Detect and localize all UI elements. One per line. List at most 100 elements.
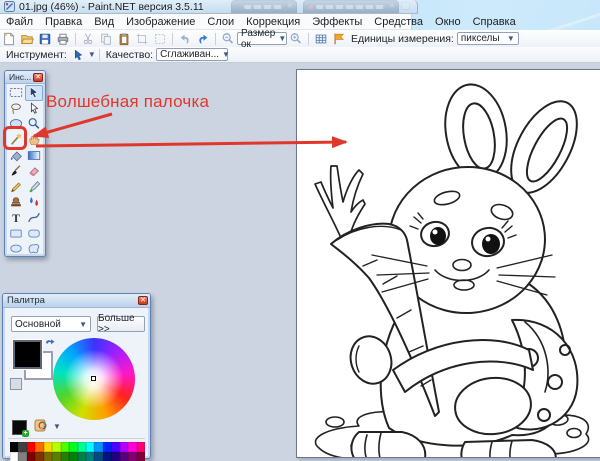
tool-rounded-rectangle[interactable] (25, 225, 43, 241)
color-mode-dropdown[interactable]: Основной▼ (11, 316, 91, 332)
zoom-out-icon[interactable] (220, 31, 236, 46)
more-button[interactable]: Больше >> (97, 316, 145, 332)
palette-swatch[interactable] (35, 442, 43, 452)
palette-swatch[interactable] (27, 452, 35, 461)
window-title: 01.jpg (46%) - Paint.NET версия 3.5.11 (19, 1, 204, 13)
units-dropdown[interactable]: пикселы▼ (457, 32, 519, 45)
palette-swatch[interactable] (128, 452, 136, 461)
menu-file[interactable]: Файл (0, 16, 39, 28)
menu-edit[interactable]: Правка (39, 16, 88, 28)
tool-color-picker[interactable] (25, 179, 43, 195)
deselect-icon[interactable] (152, 31, 168, 46)
palette-swatch[interactable] (103, 452, 111, 461)
palette-swatch[interactable] (69, 442, 77, 452)
palette-swatch[interactable] (61, 442, 69, 452)
menu-window[interactable]: Окно (429, 16, 467, 28)
palette-swatch[interactable] (137, 452, 145, 461)
palette-swatch[interactable] (35, 452, 43, 461)
palette-window-titlebar[interactable]: Палитра ✕ (3, 294, 150, 308)
grid-icon[interactable] (313, 31, 329, 46)
palette-swatch[interactable] (128, 442, 136, 452)
new-file-icon[interactable] (1, 31, 17, 46)
palette-swatch[interactable] (18, 452, 26, 461)
palette-swatch[interactable] (111, 452, 119, 461)
zoom-size-dropdown[interactable]: Размер ок▼ (237, 32, 287, 45)
menu-utilities[interactable]: Средства (368, 16, 429, 28)
close-icon[interactable]: ✕ (33, 73, 43, 82)
palette-swatch[interactable] (10, 442, 18, 452)
save-icon[interactable] (37, 31, 53, 46)
palette-swatch[interactable] (94, 452, 102, 461)
tool-move-selection[interactable] (25, 101, 43, 117)
chevron-down-icon[interactable]: ▼ (88, 50, 96, 59)
palette-swatch[interactable] (52, 452, 60, 461)
tool-recolor[interactable] (25, 194, 43, 210)
palette-swatch[interactable] (18, 442, 26, 452)
crop-to-selection-icon[interactable] (134, 31, 150, 46)
zoom-in-icon[interactable] (288, 31, 304, 46)
palette-swatch[interactable] (52, 442, 60, 452)
menu-view[interactable]: Вид (88, 16, 120, 28)
menu-adjustments[interactable]: Коррекция (240, 16, 306, 28)
menu-help[interactable]: Справка (467, 16, 522, 28)
tool-eraser[interactable] (25, 163, 43, 179)
tools-window[interactable]: Инс... ✕ T (4, 70, 46, 257)
canvas[interactable] (296, 69, 600, 458)
menu-effects[interactable]: Эффекты (306, 16, 368, 28)
tool-pencil[interactable] (7, 179, 25, 195)
tool-ellipse[interactable] (7, 241, 25, 257)
current-tool-icon[interactable] (71, 47, 87, 62)
title-bar[interactable]: 01.jpg (46%) - Paint.NET версия 3.5.11 (0, 0, 418, 14)
chevron-down-icon[interactable]: ▼ (53, 422, 61, 431)
tool-move-selected-pixels[interactable] (25, 85, 43, 101)
palette-window[interactable]: Палитра ✕ Основной▼ Больше >> + ▼ (2, 293, 151, 459)
palette-swatch[interactable] (103, 442, 111, 452)
palette-swatch[interactable] (86, 442, 94, 452)
palette-swatch[interactable] (78, 452, 86, 461)
units-flag-icon[interactable] (331, 31, 347, 46)
swap-colors-icon[interactable] (44, 338, 56, 350)
palette-swatch[interactable] (86, 452, 94, 461)
tool-text[interactable]: T (7, 210, 25, 226)
print-icon[interactable] (55, 31, 71, 46)
undo-icon[interactable] (177, 31, 193, 46)
palette-swatch[interactable] (137, 442, 145, 452)
redo-icon[interactable] (195, 31, 211, 46)
menu-layers[interactable]: Слои (201, 16, 240, 28)
color-wheel[interactable] (53, 338, 135, 420)
menu-image[interactable]: Изображение (120, 16, 201, 28)
add-color-swatch[interactable]: + (12, 420, 27, 435)
tool-gradient[interactable] (25, 147, 43, 163)
palette-swatch[interactable] (94, 442, 102, 452)
open-file-icon[interactable] (19, 31, 35, 46)
tools-window-titlebar[interactable]: Инс... ✕ (5, 71, 45, 84)
palette-swatch[interactable] (27, 442, 35, 452)
palette-swatch[interactable] (44, 442, 52, 452)
palette-swatch[interactable] (111, 442, 119, 452)
palette-manager-icon[interactable] (33, 418, 49, 433)
tool-paintbrush[interactable] (7, 163, 25, 179)
palette-swatch[interactable] (61, 452, 69, 461)
close-icon[interactable]: ✕ (138, 296, 148, 305)
primary-color-swatch[interactable] (13, 340, 42, 369)
quality-dropdown[interactable]: Сглаживан...▼ (156, 48, 228, 61)
palette-swatch[interactable] (120, 442, 128, 452)
tool-line-curve[interactable] (25, 210, 43, 226)
cut-icon[interactable] (80, 31, 96, 46)
default-colors-mini-swatch[interactable] (10, 378, 22, 390)
tool-rectangle-select[interactable] (7, 85, 25, 101)
tool-zoom[interactable] (25, 116, 43, 132)
palette-swatch[interactable] (69, 452, 77, 461)
palette-swatch[interactable] (44, 452, 52, 461)
tool-lasso-select[interactable] (7, 101, 25, 117)
tool-pan[interactable] (25, 132, 43, 148)
tool-freeform-shape[interactable] (25, 241, 43, 257)
palette-swatch[interactable] (10, 452, 18, 461)
palette-swatch[interactable] (78, 442, 86, 452)
paste-icon[interactable] (116, 31, 132, 46)
tool-rectangle[interactable] (7, 225, 25, 241)
palette-swatch[interactable] (120, 452, 128, 461)
color-wheel-marker[interactable] (91, 376, 96, 381)
copy-icon[interactable] (98, 31, 114, 46)
tool-clone-stamp[interactable] (7, 194, 25, 210)
